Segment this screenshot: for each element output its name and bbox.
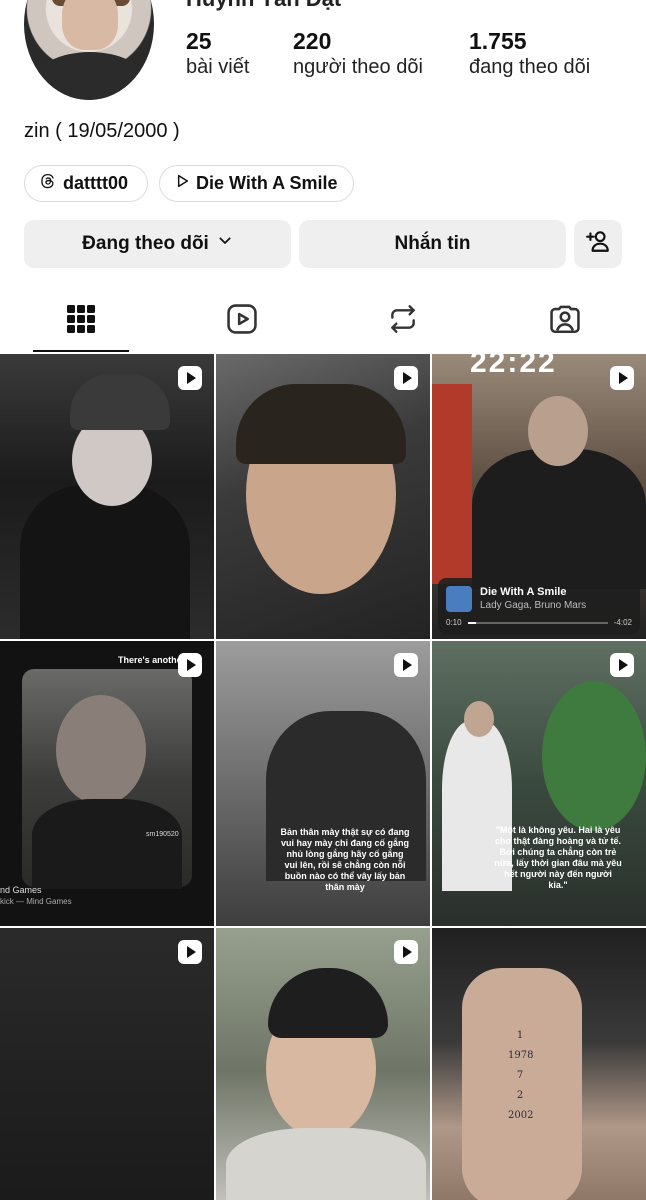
shelf-shape <box>432 384 472 584</box>
stat-following[interactable]: 1.755 đang theo dõi <box>469 28 590 80</box>
story-artist-line: kick — Mind Games <box>0 897 72 906</box>
posts-grid: 22:22 Die With A Smile Lady Gaga, Bruno … <box>0 354 646 1200</box>
post-tile[interactable]: "Một là không yêu. Hai là yêu cho thật đ… <box>432 641 646 926</box>
tattoo-text: 1 1978 7 2 2002 <box>508 1026 534 1126</box>
story-song-line: nd Games <box>0 885 42 895</box>
tattoo-line: 7 <box>516 1070 524 1081</box>
suggest-user-button[interactable] <box>574 220 622 268</box>
threads-icon <box>39 172 57 195</box>
play-outline-icon <box>174 173 190 194</box>
reel-indicator-icon <box>394 940 418 964</box>
followers-label: người theo dõi <box>293 56 423 78</box>
tattoo-line: 1 <box>516 1030 524 1041</box>
post-tile[interactable]: Bản thân mày thật sự có đang vui hay mày… <box>216 641 430 926</box>
reel-indicator-icon <box>610 366 634 390</box>
story-card <box>22 669 192 889</box>
following-label: Đang theo dõi <box>82 233 209 254</box>
repost-icon <box>387 303 419 340</box>
song-progress <box>468 622 608 624</box>
followers-count: 220 <box>293 28 332 54</box>
profile-avatar[interactable] <box>24 0 154 100</box>
message-button[interactable]: Nhắn tin <box>299 220 566 268</box>
song-artist: Lady Gaga, Bruno Mars <box>480 600 587 611</box>
reel-indicator-icon <box>394 653 418 677</box>
story-top-text: There's another <box>118 655 186 665</box>
chevron-down-icon <box>217 233 233 255</box>
tree-shape <box>542 681 646 831</box>
tagged-icon <box>548 302 582 341</box>
song-time-start: 0:10 <box>446 618 462 627</box>
post-overlay-text: 22:22 <box>470 354 557 379</box>
post-figure-head <box>56 695 146 805</box>
threads-handle: datttt00 <box>63 173 129 193</box>
post-figure-head <box>528 396 588 466</box>
post-tile[interactable] <box>0 354 214 639</box>
avatar-shirt <box>34 52 146 100</box>
story-tag: sm190520 <box>146 831 179 838</box>
tab-posts-grid[interactable] <box>33 290 129 352</box>
posts-label: bài viết <box>186 56 250 78</box>
tattoo-line: 2 <box>516 1090 524 1101</box>
post-tile[interactable] <box>0 928 214 1200</box>
post-figure <box>472 449 646 589</box>
post-quote-text: "Một là không yêu. Hai là yêu cho thật đ… <box>494 825 622 890</box>
post-tile[interactable]: 1 1978 7 2 2002 <box>432 928 646 1200</box>
profile-tabs <box>0 290 646 352</box>
hair-shape <box>236 384 406 464</box>
post-tile[interactable]: 22:22 Die With A Smile Lady Gaga, Bruno … <box>432 354 646 639</box>
post-tile[interactable] <box>216 928 430 1200</box>
profile-bio: zin ( 19/05/2000 ) <box>24 120 180 142</box>
post-quote-text: Bản thân mày thật sự có đang vui hay mày… <box>280 827 410 892</box>
avatar-face <box>62 0 118 50</box>
song-time-end: -4:02 <box>613 618 632 627</box>
reels-icon <box>225 302 259 341</box>
post-figure <box>226 1128 426 1200</box>
music-title: Die With A Smile <box>196 173 338 193</box>
following-label: đang theo dõi <box>469 56 591 78</box>
post-figure-head <box>464 701 494 737</box>
cap-shape <box>70 374 170 430</box>
reel-indicator-icon <box>178 940 202 964</box>
following-count: 1.755 <box>469 28 527 54</box>
post-figure <box>32 799 182 889</box>
tattoo-line: 1978 <box>508 1050 534 1061</box>
song-title: Die With A Smile <box>480 586 567 598</box>
reel-indicator-icon <box>394 366 418 390</box>
tab-tagged[interactable] <box>517 290 613 352</box>
post-tile[interactable] <box>216 354 430 639</box>
music-link-chip[interactable]: Die With A Smile <box>159 165 354 202</box>
grid-icon <box>66 304 96 339</box>
add-person-icon <box>585 228 611 260</box>
post-figure <box>20 484 190 639</box>
reel-indicator-icon <box>610 653 634 677</box>
profile-name: Huỳnh Tấn Đạt <box>186 0 341 12</box>
message-label: Nhắn tin <box>394 233 471 254</box>
tattoo-line: 2002 <box>508 1110 534 1121</box>
active-tab-indicator <box>33 350 129 352</box>
music-share-card: Die With A Smile Lady Gaga, Bruno Mars 0… <box>438 578 640 634</box>
following-button[interactable]: Đang theo dõi <box>24 220 291 268</box>
threads-link-chip[interactable]: datttt00 <box>24 165 148 202</box>
post-tile[interactable]: There's another sm190520 nd Games kick —… <box>0 641 214 926</box>
album-art <box>446 586 472 612</box>
stat-followers[interactable]: 220 người theo dõi <box>293 28 423 80</box>
tab-reposts[interactable] <box>355 290 451 352</box>
reel-indicator-icon <box>178 366 202 390</box>
beanie-shape <box>268 968 388 1038</box>
posts-count: 25 <box>186 28 212 54</box>
tab-reels[interactable] <box>194 290 290 352</box>
reel-indicator-icon <box>178 653 202 677</box>
stat-posts[interactable]: 25 bài viết <box>186 28 249 80</box>
